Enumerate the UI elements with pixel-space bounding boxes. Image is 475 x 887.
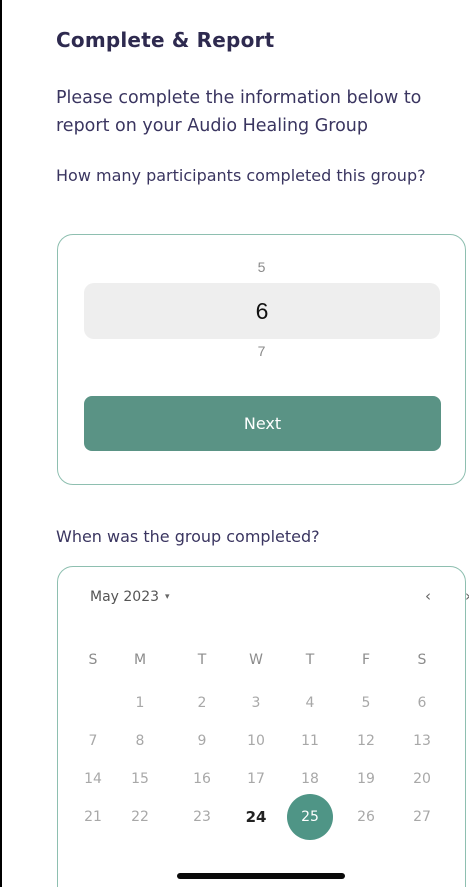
calendar-day[interactable]: 12 — [346, 728, 386, 754]
calendar-day[interactable]: 5 — [346, 690, 386, 716]
calendar-day[interactable]: 7 — [73, 728, 113, 754]
weekday-label: W — [249, 652, 263, 668]
calendar-day[interactable]: 10 — [236, 728, 276, 754]
calendar-day[interactable]: 21 — [73, 804, 113, 830]
page-title: Complete & Report — [56, 28, 275, 52]
calendar-day[interactable]: 8 — [120, 728, 160, 754]
participants-picker-card: 5 6 7 Next — [57, 234, 466, 485]
calendar-day[interactable]: 20 — [402, 766, 442, 792]
completion-date-question: When was the group completed? — [56, 527, 320, 546]
calendar-day[interactable]: 4 — [290, 690, 330, 716]
weekday-label: M — [133, 652, 147, 668]
calendar-day[interactable]: 23 — [182, 804, 222, 830]
calendar-day[interactable]: 9 — [182, 728, 222, 754]
calendar-card: May 2023 ▾ ‹ › SMTWTFS123456789101112131… — [57, 566, 469, 887]
calendar-day[interactable]: 27 — [402, 804, 442, 830]
calendar-day[interactable]: 15 — [120, 766, 160, 792]
calendar-day-selected[interactable]: 25 — [290, 804, 330, 830]
picker-selected-value[interactable]: 6 — [84, 283, 440, 339]
intro-text: Please complete the information below to… — [56, 88, 422, 136]
calendar-day[interactable]: 11 — [290, 728, 330, 754]
weekday-label: S — [88, 652, 98, 668]
weekday-label: S — [417, 652, 427, 668]
calendar-day[interactable]: 2 — [182, 690, 222, 716]
participants-question: How many participants completed this gro… — [56, 166, 426, 185]
calendar-day[interactable]: 13 — [402, 728, 442, 754]
picker-option-next[interactable]: 7 — [58, 343, 465, 359]
next-button[interactable]: Next — [84, 396, 441, 451]
calendar-day[interactable]: 3 — [236, 690, 276, 716]
weekday-label: T — [305, 652, 315, 668]
calendar-day[interactable]: 14 — [73, 766, 113, 792]
home-indicator — [177, 873, 345, 879]
calendar-day[interactable]: 16 — [182, 766, 222, 792]
calendar-day[interactable]: 18 — [290, 766, 330, 792]
calendar-day[interactable]: 24 — [236, 804, 276, 830]
weekday-label: T — [197, 652, 207, 668]
calendar-day[interactable]: 6 — [402, 690, 442, 716]
calendar-day[interactable]: 22 — [120, 804, 160, 830]
calendar-day[interactable]: 19 — [346, 766, 386, 792]
calendar-grid: S M T W T F S 1 2 3 4 5 6 7 8 9 10 11 12 13 14 15 16 17 18 19 20 21… — [58, 567, 465, 887]
report-screen: Complete & Report Please complete the in… — [2, 0, 469, 887]
screen-edge — [469, 0, 475, 887]
weekday-label: F — [361, 652, 371, 668]
calendar-day[interactable]: 17 — [236, 766, 276, 792]
picker-option-prev[interactable]: 5 — [58, 259, 465, 275]
calendar-day[interactable]: 1 — [120, 690, 160, 716]
calendar-day[interactable]: 26 — [346, 804, 386, 830]
